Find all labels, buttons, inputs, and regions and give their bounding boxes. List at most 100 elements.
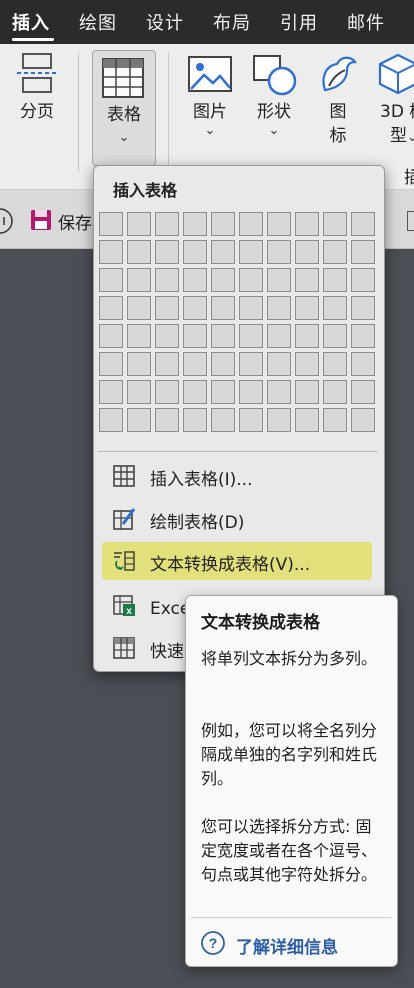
- table-grid-cell[interactable]: [211, 408, 235, 432]
- table-grid-cell[interactable]: [99, 352, 123, 376]
- tab-mailings[interactable]: 邮件: [347, 9, 385, 35]
- table-grid-cell[interactable]: [239, 352, 263, 376]
- table-grid-cell[interactable]: [295, 408, 319, 432]
- table-grid-cell[interactable]: [267, 240, 291, 264]
- save-label[interactable]: 保存: [58, 209, 92, 234]
- table-grid-cell[interactable]: [267, 296, 291, 320]
- table-grid-cell[interactable]: [351, 296, 375, 320]
- table-grid-cell[interactable]: [127, 324, 151, 348]
- table-grid-cell[interactable]: [239, 324, 263, 348]
- table-grid-cell[interactable]: [323, 380, 347, 404]
- table-grid-cell[interactable]: [267, 352, 291, 376]
- insert-table-item[interactable]: 插入表格(I)...: [102, 457, 372, 495]
- table-grid-cell[interactable]: [211, 240, 235, 264]
- table-grid-cell[interactable]: [183, 324, 207, 348]
- table-grid-cell[interactable]: [295, 212, 319, 236]
- table-grid-cell[interactable]: [127, 268, 151, 292]
- tab-design[interactable]: 设计: [146, 9, 184, 35]
- table-grid-cell[interactable]: [127, 240, 151, 264]
- table-grid-cell[interactable]: [323, 268, 347, 292]
- table-grid-cell[interactable]: [351, 324, 375, 348]
- table-grid-cell[interactable]: [183, 352, 207, 376]
- table-grid-cell[interactable]: [127, 296, 151, 320]
- table-grid-cell[interactable]: [267, 212, 291, 236]
- table-grid-cell[interactable]: [211, 268, 235, 292]
- table-grid-cell[interactable]: [155, 296, 179, 320]
- table-grid-cell[interactable]: [99, 324, 123, 348]
- more-options-icon[interactable]: [0, 207, 14, 235]
- table-grid-cell[interactable]: [211, 324, 235, 348]
- table-grid-cell[interactable]: [127, 380, 151, 404]
- table-grid-cell[interactable]: [267, 268, 291, 292]
- table-grid-cell[interactable]: [267, 380, 291, 404]
- table-grid-cell[interactable]: [155, 408, 179, 432]
- table-grid-cell[interactable]: [183, 296, 207, 320]
- table-grid-cell[interactable]: [323, 324, 347, 348]
- table-grid-cell[interactable]: [211, 296, 235, 320]
- table-grid-cell[interactable]: [323, 240, 347, 264]
- table-grid-cell[interactable]: [295, 296, 319, 320]
- table-grid-cell[interactable]: [239, 408, 263, 432]
- table-grid-cell[interactable]: [295, 380, 319, 404]
- table-grid-cell[interactable]: [99, 296, 123, 320]
- table-grid-cell[interactable]: [155, 352, 179, 376]
- table-grid-cell[interactable]: [351, 240, 375, 264]
- table-grid-cell[interactable]: [295, 324, 319, 348]
- table-grid-cell[interactable]: [323, 408, 347, 432]
- table-grid-cell[interactable]: [295, 352, 319, 376]
- save-icon[interactable]: [30, 209, 52, 231]
- table-grid-cell[interactable]: [211, 380, 235, 404]
- table-grid-cell[interactable]: [127, 408, 151, 432]
- table-grid-cell[interactable]: [239, 268, 263, 292]
- table-grid-cell[interactable]: [155, 380, 179, 404]
- tab-references[interactable]: 引用: [280, 9, 318, 35]
- draw-table-item[interactable]: 绘制表格(D): [102, 500, 372, 538]
- page-break-button[interactable]: 分页: [10, 50, 64, 124]
- table-grid-cell[interactable]: [127, 212, 151, 236]
- shapes-button[interactable]: 形状 ⌄: [246, 52, 302, 138]
- table-grid-cell[interactable]: [183, 380, 207, 404]
- table-grid-cell[interactable]: [295, 268, 319, 292]
- text-to-table-item[interactable]: 文本转换成表格(V)...: [102, 542, 372, 580]
- table-grid-cell[interactable]: [183, 408, 207, 432]
- table-grid-cell[interactable]: [351, 352, 375, 376]
- tab-insert[interactable]: 插入: [12, 9, 50, 35]
- icons-button[interactable]: 图 标: [313, 52, 363, 148]
- table-grid-cell[interactable]: [99, 380, 123, 404]
- table-grid-cell[interactable]: [211, 212, 235, 236]
- table-grid-cell[interactable]: [99, 268, 123, 292]
- learn-more-link[interactable]: ? 了解详细信息: [200, 930, 390, 958]
- table-grid-cell[interactable]: [323, 212, 347, 236]
- table-grid-cell[interactable]: [127, 352, 151, 376]
- picture-button[interactable]: 图片 ⌄: [182, 52, 238, 138]
- table-grid-cell[interactable]: [239, 240, 263, 264]
- table-grid-cell[interactable]: [99, 408, 123, 432]
- table-button[interactable]: 表格 ⌄: [92, 50, 156, 166]
- table-grid-cell[interactable]: [211, 352, 235, 376]
- table-grid-cell[interactable]: [323, 352, 347, 376]
- table-grid-cell[interactable]: [99, 240, 123, 264]
- 3d-models-button[interactable]: 3D 模 型⌄: [376, 52, 414, 148]
- table-grid-cell[interactable]: [351, 212, 375, 236]
- table-grid-cell[interactable]: [155, 240, 179, 264]
- table-grid-cell[interactable]: [295, 240, 319, 264]
- table-grid-cell[interactable]: [183, 268, 207, 292]
- table-grid-cell[interactable]: [155, 324, 179, 348]
- table-grid-cell[interactable]: [351, 268, 375, 292]
- table-grid-cell[interactable]: [323, 296, 347, 320]
- table-grid-cell[interactable]: [351, 380, 375, 404]
- table-grid-cell[interactable]: [351, 408, 375, 432]
- table-grid-cell[interactable]: [239, 380, 263, 404]
- table-grid-cell[interactable]: [239, 212, 263, 236]
- table-size-grid[interactable]: [99, 212, 378, 432]
- table-grid-cell[interactable]: [99, 212, 123, 236]
- tab-layout[interactable]: 布局: [213, 9, 251, 35]
- tab-draw[interactable]: 绘图: [79, 9, 117, 35]
- table-grid-cell[interactable]: [183, 212, 207, 236]
- table-grid-cell[interactable]: [183, 240, 207, 264]
- table-grid-cell[interactable]: [239, 296, 263, 320]
- table-grid-cell[interactable]: [267, 324, 291, 348]
- table-grid-cell[interactable]: [155, 268, 179, 292]
- table-grid-cell[interactable]: [155, 212, 179, 236]
- table-grid-cell[interactable]: [267, 408, 291, 432]
